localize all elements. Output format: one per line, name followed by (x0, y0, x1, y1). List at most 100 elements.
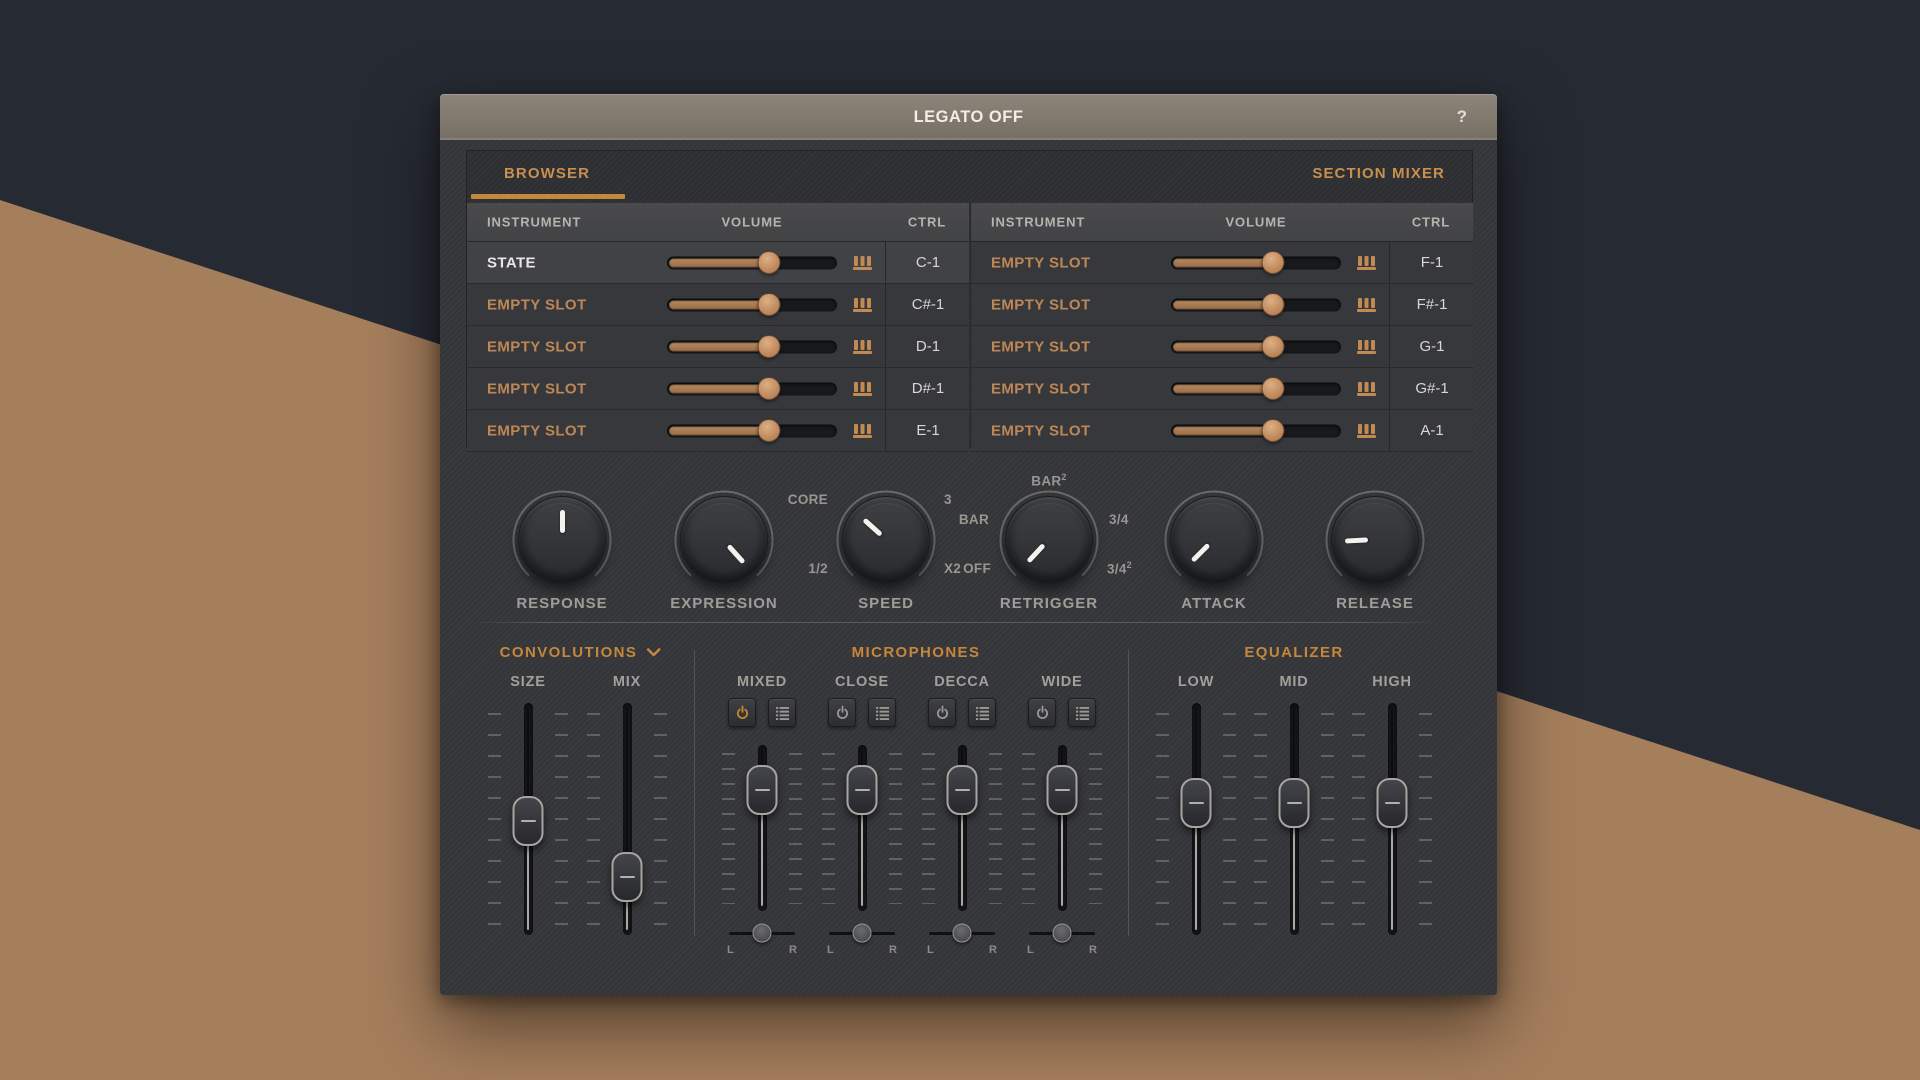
keyboard-icon[interactable] (1357, 381, 1376, 396)
fader-thumb[interactable] (512, 796, 544, 847)
table-row[interactable]: EMPTY SLOT F#-1 (971, 284, 1473, 326)
table-row[interactable]: EMPTY SLOT G-1 (971, 326, 1473, 368)
tab-section-mixer[interactable]: SECTION MIXER (1312, 165, 1445, 182)
pan-slider[interactable]: L R (827, 923, 897, 956)
keyboard-icon[interactable] (853, 255, 872, 270)
pan-slider[interactable]: L R (1027, 923, 1097, 956)
keyboard-icon[interactable] (853, 381, 872, 396)
keyboard-icon[interactable] (853, 297, 872, 312)
table-row[interactable]: STATE C-1 (467, 242, 969, 284)
volume-slider-thumb[interactable] (757, 377, 781, 400)
mic-fader-decca[interactable] (922, 745, 1002, 911)
volume-slider[interactable] (1171, 377, 1341, 400)
mic-fader-wide[interactable] (1022, 745, 1102, 911)
ctrl-value[interactable]: D-1 (885, 326, 970, 367)
pan-knob[interactable] (1052, 923, 1072, 943)
table-row[interactable]: EMPTY SLOT E-1 (467, 410, 969, 452)
ctrl-value[interactable]: F#-1 (1389, 284, 1474, 325)
mic-power-button[interactable] (828, 698, 856, 727)
keyboard-icon[interactable] (1357, 423, 1376, 438)
fader-thumb[interactable] (846, 764, 878, 815)
table-right-half: INSTRUMENT VOLUME CTRL EMPTY SLOT F-1 EM… (970, 203, 1473, 452)
ctrl-value[interactable]: G-1 (1389, 326, 1474, 367)
mic-power-button[interactable] (928, 698, 956, 727)
pan-knob[interactable] (952, 923, 972, 943)
ctrl-value[interactable]: C#-1 (885, 284, 970, 325)
table-row[interactable]: EMPTY SLOT C#-1 (467, 284, 969, 326)
retrigger-knob[interactable]: BAR2 BAR 3/4 OFF 3/42 (959, 472, 1132, 592)
column-header-instrument: INSTRUMENT (487, 214, 582, 230)
mic-list-button[interactable] (868, 698, 896, 727)
ctrl-value[interactable]: E-1 (885, 410, 970, 451)
eq-mid-fader[interactable] (1254, 703, 1334, 935)
ctrl-value[interactable]: A-1 (1389, 410, 1474, 451)
table-row[interactable]: EMPTY SLOT G#-1 (971, 368, 1473, 410)
volume-slider-thumb[interactable] (757, 293, 781, 316)
table-row[interactable]: EMPTY SLOT A-1 (971, 410, 1473, 452)
volume-slider-thumb[interactable] (1261, 377, 1285, 400)
mix-fader[interactable] (587, 703, 667, 935)
mic-power-button[interactable] (1028, 698, 1056, 727)
tab-browser[interactable]: BROWSER (504, 165, 590, 182)
mic-channel-label: DECCA (934, 674, 990, 690)
keyboard-icon[interactable] (1357, 339, 1376, 354)
ctrl-value[interactable]: F-1 (1389, 242, 1474, 283)
ctrl-value[interactable]: C-1 (885, 242, 970, 283)
volume-slider[interactable] (667, 419, 837, 442)
volume-slider[interactable] (667, 377, 837, 400)
mic-list-button[interactable] (768, 698, 796, 727)
mic-list-button[interactable] (1068, 698, 1096, 727)
fader-thumb[interactable] (1376, 777, 1408, 828)
volume-slider[interactable] (667, 293, 837, 316)
convolutions-header[interactable]: CONVOLUTIONS (500, 644, 661, 661)
pan-knob[interactable] (752, 923, 772, 943)
volume-slider-thumb[interactable] (757, 335, 781, 358)
fader-thumb[interactable] (611, 852, 643, 902)
release-knob[interactable] (1323, 488, 1427, 592)
fader-thumb[interactable] (946, 764, 978, 815)
keyboard-icon[interactable] (1357, 297, 1376, 312)
volume-slider[interactable] (667, 335, 837, 358)
mic-fader-close[interactable] (822, 745, 902, 911)
attack-knob[interactable] (1162, 488, 1266, 592)
fader-thumb[interactable] (1180, 777, 1212, 828)
mic-fader-mixed[interactable] (722, 745, 802, 911)
fader-thumb[interactable] (746, 764, 778, 815)
volume-slider-thumb[interactable] (1261, 293, 1285, 316)
volume-slider[interactable] (1171, 335, 1341, 358)
help-icon[interactable]: ? (1457, 107, 1467, 127)
volume-slider[interactable] (1171, 293, 1341, 316)
pan-slider[interactable]: L R (727, 923, 797, 956)
ctrl-value[interactable]: G#-1 (1389, 368, 1474, 409)
volume-slider-thumb[interactable] (1261, 419, 1285, 442)
volume-slider-thumb[interactable] (757, 251, 781, 274)
mic-list-button[interactable] (968, 698, 996, 727)
response-knob[interactable] (510, 488, 614, 592)
volume-slider[interactable] (1171, 251, 1341, 274)
volume-slider-thumb[interactable] (1261, 251, 1285, 274)
keyboard-icon[interactable] (1357, 255, 1376, 270)
keyboard-icon[interactable] (853, 423, 872, 438)
volume-slider-thumb[interactable] (1261, 335, 1285, 358)
keyboard-icon[interactable] (853, 339, 872, 354)
mic-power-button[interactable] (728, 698, 756, 727)
pan-slider[interactable]: L R (927, 923, 997, 956)
low-label: LOW (1177, 674, 1215, 690)
volume-slider[interactable] (667, 251, 837, 274)
expression-knob[interactable] (672, 488, 776, 592)
pan-knob[interactable] (852, 923, 872, 943)
table-row[interactable]: EMPTY SLOT F-1 (971, 242, 1473, 284)
volume-slider[interactable] (1171, 419, 1341, 442)
table-row[interactable]: EMPTY SLOT D-1 (467, 326, 969, 368)
speed-knob[interactable]: CORE 3 1/2 X2 (788, 488, 961, 592)
fader-thumb[interactable] (1278, 777, 1310, 828)
table-row[interactable]: EMPTY SLOT D#-1 (467, 368, 969, 410)
fader-ticks (587, 713, 600, 926)
eq-low-fader[interactable] (1156, 703, 1236, 935)
eq-high-fader[interactable] (1352, 703, 1432, 935)
ctrl-value[interactable]: D#-1 (885, 368, 970, 409)
fader-thumb[interactable] (1046, 764, 1078, 815)
equalizer-header: EQUALIZER (1244, 644, 1344, 661)
size-fader[interactable] (488, 703, 568, 935)
volume-slider-thumb[interactable] (757, 419, 781, 442)
